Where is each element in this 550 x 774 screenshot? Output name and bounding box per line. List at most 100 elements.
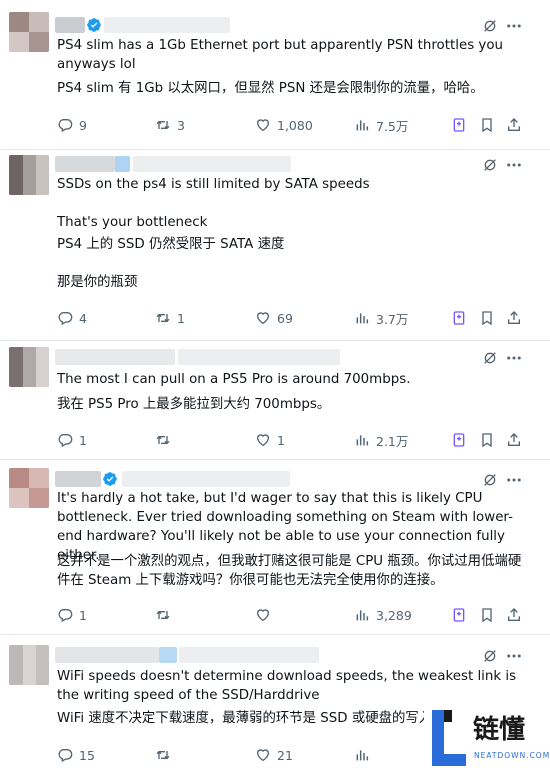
views-button[interactable] bbox=[354, 745, 376, 765]
like-count: 69 bbox=[277, 310, 293, 326]
author-name[interactable] bbox=[55, 156, 115, 172]
grok-icon[interactable] bbox=[482, 157, 498, 173]
author-badge bbox=[159, 647, 177, 663]
views-button[interactable]: 2.1万 bbox=[354, 430, 408, 450]
reply-icon bbox=[58, 749, 73, 763]
views-button[interactable]: 7.5万 bbox=[354, 115, 408, 135]
grok-button[interactable] bbox=[451, 115, 467, 135]
reply-icon bbox=[58, 609, 73, 623]
views-icon bbox=[356, 610, 369, 621]
retweet-count: 3 bbox=[177, 117, 185, 133]
watermark-brand: 链懂 bbox=[473, 714, 525, 745]
retweet-count: 1 bbox=[177, 310, 185, 326]
share-button[interactable] bbox=[506, 605, 522, 625]
tweet-1[interactable]: PS4 slim has a 1Gb Ethernet port but app… bbox=[0, 0, 550, 149]
author-handle[interactable] bbox=[178, 349, 340, 365]
more-icon[interactable] bbox=[505, 17, 523, 35]
like-button[interactable]: 1 bbox=[255, 430, 285, 450]
grok-icon[interactable] bbox=[482, 648, 498, 664]
more-icon[interactable] bbox=[505, 471, 523, 489]
retweet-button[interactable] bbox=[155, 745, 177, 765]
views-count: 2.1万 bbox=[376, 433, 409, 449]
grok-button[interactable] bbox=[451, 430, 467, 450]
author-handle[interactable] bbox=[122, 471, 290, 487]
more-icon[interactable] bbox=[505, 349, 523, 367]
share-icon bbox=[508, 608, 520, 621]
like-button[interactable]: 21 bbox=[255, 745, 293, 765]
share-icon bbox=[508, 433, 520, 446]
tweet-text-zh: 这并不是一个激烈的观点，但我敢打赌这很可能是 CPU 瓶颈。你试过用低端硬件在 … bbox=[57, 554, 522, 588]
grok-explain-icon bbox=[453, 433, 465, 447]
bookmark-button[interactable] bbox=[479, 605, 495, 625]
bookmark-icon bbox=[482, 608, 492, 623]
grok-icon[interactable] bbox=[482, 350, 498, 366]
reply-icon bbox=[58, 312, 73, 326]
share-icon bbox=[508, 118, 520, 131]
grok-icon[interactable] bbox=[482, 472, 498, 488]
tweet-text-en: SSDs on the ps4 is still limited by SATA… bbox=[57, 177, 370, 230]
retweet-button[interactable] bbox=[155, 430, 177, 450]
reply-button[interactable]: 15 bbox=[57, 745, 95, 765]
like-icon bbox=[256, 609, 270, 622]
grok-explain-icon bbox=[453, 118, 465, 132]
like-count: 21 bbox=[277, 747, 293, 763]
like-button[interactable]: 69 bbox=[255, 308, 293, 328]
reply-button[interactable]: 4 bbox=[57, 308, 87, 328]
avatar[interactable] bbox=[9, 347, 49, 387]
views-button[interactable]: 3.7万 bbox=[354, 308, 408, 328]
retweet-icon bbox=[156, 313, 170, 323]
bookmark-button[interactable] bbox=[479, 430, 495, 450]
share-icon bbox=[508, 311, 520, 324]
views-button[interactable]: 3,289 bbox=[354, 605, 412, 625]
retweet-button[interactable]: 3 bbox=[155, 115, 185, 135]
retweet-icon bbox=[156, 120, 170, 130]
bookmark-icon bbox=[482, 433, 492, 448]
like-button[interactable] bbox=[255, 605, 277, 625]
author-name[interactable] bbox=[55, 17, 85, 33]
views-icon bbox=[356, 750, 369, 761]
avatar[interactable] bbox=[9, 468, 49, 508]
share-button[interactable] bbox=[506, 115, 522, 135]
more-icon[interactable] bbox=[505, 647, 523, 665]
retweet-button[interactable] bbox=[155, 605, 177, 625]
bookmark-icon bbox=[482, 118, 492, 133]
reply-button[interactable]: 9 bbox=[57, 115, 87, 135]
tweet-2[interactable]: SSDs on the ps4 is still limited by SATA… bbox=[0, 150, 550, 340]
grok-button[interactable] bbox=[451, 605, 467, 625]
tweet-text-zh: PS4 上的 SSD 仍然受限于 SATA 速度 那是你的瓶颈 bbox=[57, 237, 285, 290]
tweet-text-zh: PS4 slim 有 1Gb 以太网口，但显然 PSN 还是会限制你的流量，哈哈… bbox=[57, 81, 484, 96]
author-handle[interactable] bbox=[179, 647, 319, 663]
watermark-letter-icon: 链懂 NEATDOWN.COM bbox=[432, 710, 549, 766]
bookmark-button[interactable] bbox=[479, 308, 495, 328]
author-badge bbox=[115, 156, 130, 172]
avatar[interactable] bbox=[9, 155, 49, 195]
tweet-4[interactable]: It's hardly a hot take, but I'd wager to… bbox=[0, 460, 550, 634]
bookmark-icon bbox=[482, 311, 492, 326]
grok-explain-icon bbox=[453, 608, 465, 622]
reply-icon bbox=[58, 434, 73, 448]
author-handle[interactable] bbox=[133, 156, 291, 172]
author-name[interactable] bbox=[55, 349, 175, 365]
more-icon[interactable] bbox=[505, 156, 523, 174]
author-name[interactable] bbox=[55, 647, 159, 663]
retweet-button[interactable]: 1 bbox=[155, 308, 185, 328]
share-button[interactable] bbox=[506, 430, 522, 450]
views-icon bbox=[356, 120, 369, 131]
grok-icon[interactable] bbox=[482, 18, 498, 34]
share-button[interactable] bbox=[506, 308, 522, 328]
reply-button[interactable]: 1 bbox=[57, 430, 87, 450]
grok-button[interactable] bbox=[451, 308, 467, 328]
author-name[interactable] bbox=[55, 471, 101, 487]
verified-icon bbox=[103, 472, 117, 486]
bookmark-button[interactable] bbox=[479, 115, 495, 135]
like-button[interactable]: 1,080 bbox=[255, 115, 313, 135]
reply-button[interactable]: 1 bbox=[57, 605, 87, 625]
like-icon bbox=[256, 119, 270, 132]
tweet-text-en: WiFi speeds doesn't determine download s… bbox=[57, 669, 517, 703]
avatar[interactable] bbox=[9, 12, 49, 52]
like-count: 1,080 bbox=[277, 117, 313, 133]
tweet-3[interactable]: The most I can pull on a PS5 Pro is arou… bbox=[0, 341, 550, 459]
like-icon bbox=[256, 434, 270, 447]
avatar[interactable] bbox=[9, 645, 49, 685]
author-handle[interactable] bbox=[104, 17, 230, 33]
